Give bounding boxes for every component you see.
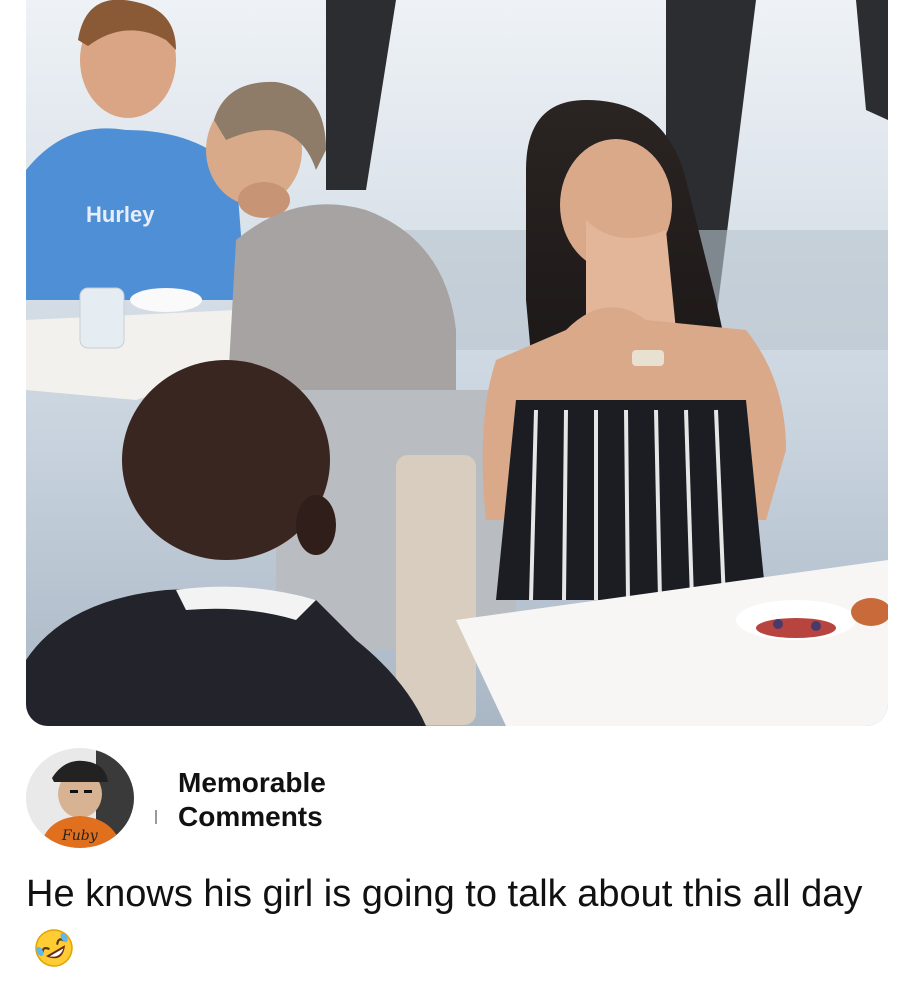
avatar-image: Fuby — [26, 748, 134, 848]
avatar[interactable]: Fuby — [26, 748, 134, 848]
svg-text:Hurley: Hurley — [86, 202, 155, 227]
svg-text:Fuby: Fuby — [61, 828, 99, 844]
separator-tick — [155, 810, 157, 824]
author-row[interactable]: Fuby Memorable Comments — [26, 748, 888, 848]
author-name[interactable]: Memorable Comments — [178, 766, 438, 834]
caption-text: He knows his girl is going to talk about… — [26, 873, 863, 915]
post-caption: He knows his girl is going to talk about… — [26, 866, 896, 978]
rolling-on-floor-laughing-emoji-icon — [35, 929, 73, 967]
post-photo[interactable]: Hurley — [26, 0, 888, 726]
restaurant-proposal-photo: Hurley — [26, 0, 888, 726]
